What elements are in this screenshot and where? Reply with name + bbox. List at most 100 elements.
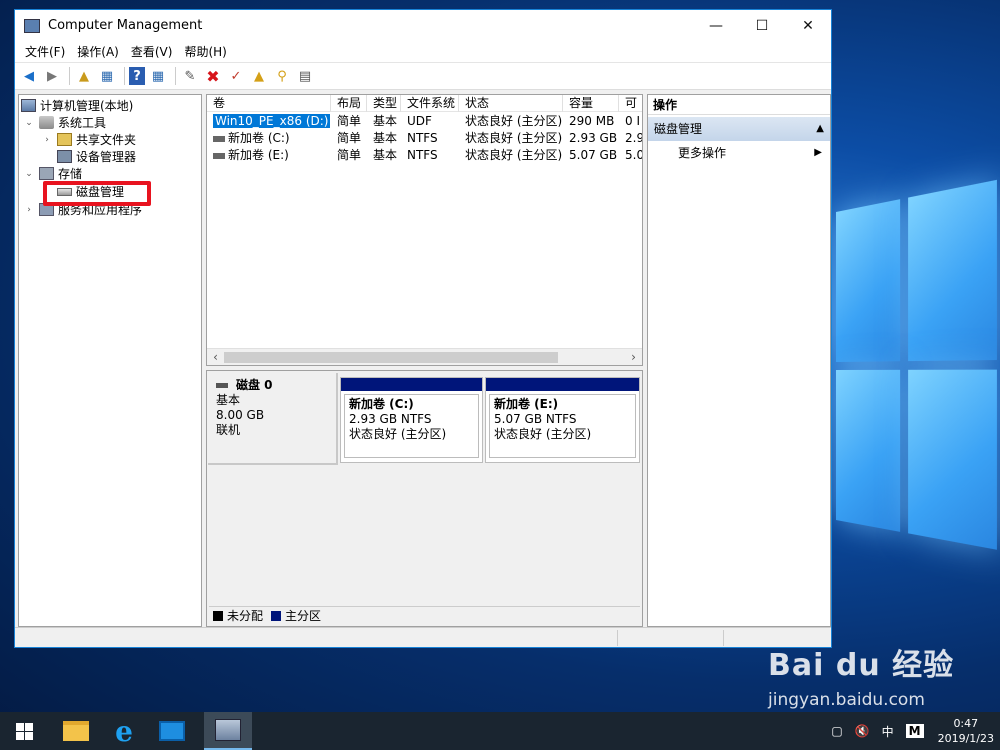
tree-item-storage[interactable]: ⌄ 存储: [23, 165, 82, 182]
menu-action[interactable]: 操作(A): [71, 43, 125, 60]
horizontal-scrollbar[interactable]: ‹ ›: [207, 348, 642, 365]
clock[interactable]: 0:47 2019/1/23: [938, 716, 994, 746]
taskbar: e ▢ 🔇 中 M 0:47 2019/1/23: [0, 712, 1000, 750]
computer-icon: [21, 99, 36, 112]
maximize-button[interactable]: ☐: [739, 10, 785, 41]
chevron-right-icon[interactable]: ›: [41, 135, 53, 145]
legend: 未分配 主分区: [209, 606, 640, 624]
table-row[interactable]: 新加卷 (C:) 简单 基本 NTFS 状态良好 (主分区) 2.93 GB 2…: [207, 130, 643, 147]
actions-header: 操作: [648, 95, 830, 115]
collapse-up-icon[interactable]: ▲: [816, 117, 824, 141]
ime-mode-icon[interactable]: M: [905, 724, 924, 738]
computer-management-taskbar-button[interactable]: [204, 712, 252, 750]
windows-logo-wallpaper: [836, 177, 1000, 567]
partition-bar: [341, 378, 482, 391]
clock-time: 0:47: [953, 717, 979, 730]
actions-pane: 操作 磁盘管理 ▲ 更多操作 ▶: [647, 94, 831, 627]
volume-type: 基本: [373, 114, 398, 128]
column-header-volume[interactable]: 卷: [207, 95, 331, 112]
column-header-layout[interactable]: 布局: [331, 95, 367, 112]
ime-language[interactable]: 中: [882, 723, 894, 740]
column-header-capacity[interactable]: 容量: [563, 95, 619, 112]
show-hide-action-pane-icon[interactable]: ▦: [148, 66, 168, 86]
partition-e[interactable]: 新加卷 (E:) 5.07 GB NTFS 状态良好 (主分区): [485, 377, 640, 463]
help-icon[interactable]: ?: [129, 67, 145, 85]
system-tray: ▢ 🔇 中 M 0:47 2019/1/23: [825, 712, 994, 750]
volume-free: 0 I: [625, 114, 640, 128]
menu-help[interactable]: 帮助(H): [178, 43, 232, 60]
volume-capacity: 5.07 GB: [569, 148, 618, 162]
volume-list-header: 卷 布局 类型 文件系统 状态 容量 可: [207, 95, 642, 112]
partition-name: 新加卷 (E:): [494, 397, 559, 411]
table-row[interactable]: 新加卷 (E:) 简单 基本 NTFS 状态良好 (主分区) 5.07 GB 5…: [207, 147, 642, 164]
volume-status: 状态良好 (主分区): [465, 148, 563, 162]
tree-item-device-manager[interactable]: 设备管理器: [57, 148, 136, 165]
column-header-filesystem[interactable]: 文件系统: [401, 95, 459, 112]
up-folder-icon[interactable]: ▲: [74, 66, 94, 86]
column-header-type[interactable]: 类型: [367, 95, 401, 112]
internet-explorer-button[interactable]: e: [100, 712, 148, 750]
minimize-button[interactable]: —: [693, 10, 739, 41]
scroll-left-icon[interactable]: ‹: [207, 349, 224, 365]
close-button[interactable]: ✕: [785, 10, 831, 41]
show-hide-tree-icon[interactable]: ▦: [97, 66, 117, 86]
partition-c[interactable]: 新加卷 (C:) 2.93 GB NTFS 状态良好 (主分区): [340, 377, 483, 463]
tree-item-root[interactable]: 计算机管理(本地): [21, 97, 133, 114]
more-actions-item[interactable]: 更多操作 ▶: [648, 141, 830, 165]
more-actions-label: 更多操作: [678, 146, 727, 160]
column-header-free[interactable]: 可: [619, 95, 642, 112]
legend-swatch-primary: [271, 610, 282, 621]
windows-start-icon: [15, 722, 33, 740]
window-app-icon: [159, 721, 185, 741]
volume-layout: 简单: [337, 114, 362, 128]
actions-section-disk-management[interactable]: 磁盘管理 ▲: [648, 117, 830, 141]
start-button[interactable]: [0, 712, 48, 750]
legend-swatch-unallocated: [213, 610, 223, 621]
computer-management-icon: [24, 18, 40, 33]
clock-date: 2019/1/23: [937, 732, 994, 745]
shared-folder-icon: [57, 133, 72, 146]
file-explorer-button[interactable]: [52, 712, 100, 750]
disk-0-label[interactable]: 磁盘 0 基本 8.00 GB 联机: [208, 373, 338, 465]
disk-status: 联机: [216, 423, 241, 437]
back-icon[interactable]: ◀: [19, 66, 39, 86]
tree-item-label: 共享文件夹: [76, 133, 137, 147]
scroll-right-icon[interactable]: ›: [625, 349, 642, 365]
menu-view[interactable]: 查看(V): [125, 43, 179, 60]
forward-icon[interactable]: ▶: [42, 66, 62, 86]
title-bar[interactable]: Computer Management — ☐ ✕: [15, 10, 831, 41]
table-row[interactable]: Win10_PE_x86 (D:) 简单 基本 UDF 状态良好 (主分区) 2…: [207, 113, 642, 130]
taskbar-app-button[interactable]: [148, 712, 196, 750]
partition-bar: [486, 378, 639, 391]
volume-type: 基本: [373, 148, 398, 162]
volume-muted-icon[interactable]: 🔇: [855, 724, 870, 738]
tree-item-system-tools[interactable]: ⌄ 系统工具: [23, 114, 106, 131]
delete-icon[interactable]: ✖: [203, 66, 223, 86]
console-tree: 计算机管理(本地) ⌄ 系统工具 › 共享文件夹 设备管理器 ⌄ 存储 磁盘管理…: [18, 94, 202, 627]
computer-management-window: Computer Management — ☐ ✕ 文件(F) 操作(A) 查看…: [14, 9, 832, 648]
volume-free: 2.9: [625, 131, 643, 145]
partition-status: 状态良好 (主分区): [349, 427, 447, 441]
volume-icon: [213, 135, 225, 142]
connect-icon[interactable]: ✎: [180, 66, 200, 86]
folder-up-icon[interactable]: ▲: [249, 66, 269, 86]
network-icon[interactable]: ▢: [831, 724, 842, 738]
storage-icon: [39, 167, 54, 180]
volume-filesystem: UDF: [407, 114, 432, 128]
column-header-status[interactable]: 状态: [459, 95, 563, 112]
tree-item-shared-folders[interactable]: › 共享文件夹: [41, 131, 136, 148]
partition-size: 2.93 GB NTFS: [349, 412, 432, 426]
chevron-down-icon[interactable]: ⌄: [23, 169, 35, 179]
menu-file[interactable]: 文件(F): [19, 43, 71, 60]
chevron-right-icon[interactable]: ›: [23, 205, 35, 215]
chevron-down-icon[interactable]: ⌄: [23, 118, 35, 128]
partition-status: 状态良好 (主分区): [494, 427, 592, 441]
search-icon[interactable]: ⚲: [272, 66, 292, 86]
check-icon[interactable]: ✓: [226, 66, 246, 86]
properties-icon[interactable]: ▤: [295, 66, 315, 86]
disk-type: 基本: [216, 393, 241, 407]
actions-section-label: 磁盘管理: [654, 122, 703, 136]
internet-explorer-icon: e: [115, 714, 133, 748]
tools-icon: [39, 116, 54, 129]
scrollbar-thumb[interactable]: [224, 352, 558, 363]
